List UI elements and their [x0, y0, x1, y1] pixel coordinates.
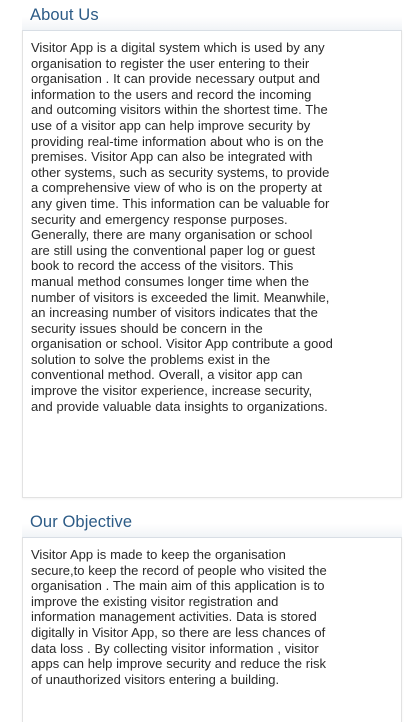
- about-us-heading: About Us: [22, 0, 402, 30]
- about-us-text-line: organisation or school. Visitor App cont…: [31, 336, 333, 352]
- about-us-text-line: security and emergency response purposes…: [31, 211, 288, 227]
- about-us-text-line: are still using the conventional paper l…: [31, 242, 316, 258]
- about-us-text-line: providing real-time information about wh…: [31, 133, 324, 149]
- our-objective-heading: Our Objective: [22, 507, 402, 537]
- about-us-text-line: solution to solve the problems exist in …: [31, 351, 271, 367]
- about-us-text-line: organisation to register the user enteri…: [31, 55, 310, 71]
- about-us-text-line: use of a visitor app can help improve se…: [31, 117, 311, 133]
- about-us-text-line: information to the users and record the …: [31, 86, 312, 102]
- objective-text-line: of unauthorized visitors entering a buil…: [31, 671, 280, 687]
- about-us-section: About Us Visitor App is a digital system…: [22, 0, 402, 498]
- page: About Us Visitor App is a digital system…: [0, 0, 411, 722]
- objective-text-line: improve the existing visitor registratio…: [31, 593, 279, 609]
- about-us-text-line: an increasing number of visitors indicat…: [31, 305, 318, 321]
- about-us-body: Visitor App is a digital system which is…: [22, 30, 402, 498]
- about-us-text-line: and outcoming visitors within the shorte…: [31, 102, 328, 118]
- objective-text-line: Visitor App is made to keep the organisa…: [31, 547, 286, 562]
- about-us-text-line: a comprehensive view of who is on the pr…: [31, 180, 322, 196]
- about-us-text-line: number of visitors is exceeded the limit…: [31, 289, 330, 305]
- about-us-text-line: manual method consumes longer time when …: [31, 273, 309, 289]
- about-us-text-line: conventional method. Overall, a visitor …: [31, 367, 303, 383]
- about-us-text-line: security issues should be concern in the: [31, 320, 263, 336]
- about-us-text-line: improve the visitor experience, increase…: [31, 383, 313, 399]
- about-us-text-line: and provide valuable data insights to or…: [31, 398, 328, 414]
- about-us-text-line: Generally, there are many organisation o…: [31, 227, 313, 243]
- objective-text-line: organisation . The main aim of this appl…: [31, 578, 325, 594]
- about-us-text-line: Visitor App is a digital system which is…: [31, 40, 325, 55]
- objective-text-line: apps can help improve security and reduc…: [31, 656, 326, 672]
- our-objective-body: Visitor App is made to keep the organisa…: [22, 537, 402, 722]
- about-us-text-line: any given time. This information can be …: [31, 195, 330, 211]
- our-objective-section: Our Objective Visitor App is made to kee…: [22, 507, 402, 722]
- objective-text-line: digitally in Visitor App, so there are l…: [31, 624, 326, 640]
- about-us-text-line: organisation . It can provide necessary …: [31, 71, 321, 87]
- about-us-text-line: other systems, such as security systems,…: [31, 164, 330, 180]
- objective-text-line: information management activities. Data …: [31, 609, 317, 625]
- about-us-text-line: book to record the access of the visitor…: [31, 258, 294, 274]
- objective-text-line: secure,to keep the record of people who …: [31, 562, 327, 578]
- about-us-text-line: premises. Visitor App can also be integr…: [31, 149, 313, 165]
- objective-text-line: data loss . By collecting visitor inform…: [31, 640, 319, 656]
